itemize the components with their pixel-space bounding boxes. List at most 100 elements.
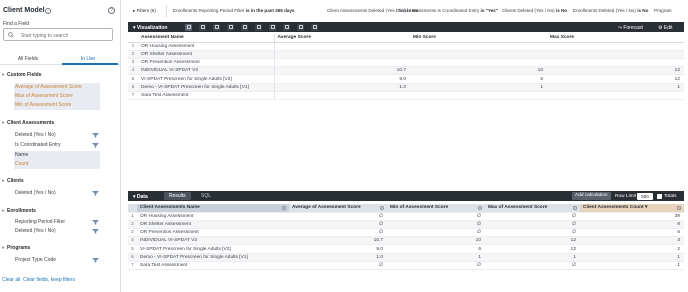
- field-count[interactable]: Count: [14, 160, 100, 169]
- visualization-table: Assessment Name Average Score Min Score …: [128, 34, 684, 101]
- bar-chart-icon[interactable]: [213, 23, 220, 31]
- field-name[interactable]: Name: [14, 151, 100, 160]
- field-is-coordinated-entry[interactable]: Is Coordinated Entry: [14, 141, 100, 150]
- field-enrollments-deleted[interactable]: Deleted (Yes / No): [14, 227, 100, 236]
- filter-icon[interactable]: [92, 220, 99, 225]
- data-toolbar: ▾ Data Results SQL Add calculation Row L…: [128, 191, 684, 201]
- table-row: 1 OR Housing Assessment: [128, 42, 684, 51]
- section-enrollments[interactable]: ▾ Enrollments: [2, 208, 36, 214]
- filters-toggle[interactable]: ▸ Filters (6): [133, 8, 156, 14]
- section-clients[interactable]: ▾ Clients: [2, 178, 24, 184]
- field-min-assessment-score[interactable]: Min of Assessment Score: [14, 101, 100, 110]
- header-max-of-assessment-score[interactable]: Max of Assessment Score: [485, 204, 580, 213]
- gear-icon[interactable]: [281, 205, 286, 211]
- filter-icon[interactable]: [92, 229, 99, 234]
- active-tab-underline: [62, 63, 118, 65]
- header-min-score: Min Score: [410, 34, 547, 43]
- add-calculation-button[interactable]: Add calculation: [572, 192, 611, 200]
- search-placeholder: Start typing to search: [21, 32, 69, 39]
- field-reporting-period-filter[interactable]: Reporting Period Filter: [14, 218, 100, 227]
- help-icon[interactable]: ?: [108, 7, 115, 14]
- table-row: 6 Demo - VI-SPDAT Prescreen for Single Ad…: [128, 253, 684, 262]
- section-programs[interactable]: ▾ Programs: [2, 245, 30, 251]
- tab-in-use[interactable]: In Use: [60, 56, 116, 62]
- table-row: 5 VI-SPDAT Prescreen for Single Adults [V…: [128, 244, 684, 254]
- filter-chip[interactable]: Clients Deleted (Yes / No) is No: [502, 8, 567, 13]
- table-header-row: Client Assessments Name Average of Asses…: [128, 204, 684, 213]
- field-clients-deleted[interactable]: Deleted (Yes / No): [14, 189, 100, 198]
- tab-sql[interactable]: SQL: [196, 192, 216, 200]
- data-toggle[interactable]: ▾ Data: [133, 194, 148, 200]
- edit-button[interactable]: ⚙ Edit: [658, 25, 673, 31]
- divider: [166, 5, 167, 17]
- totals-checkbox[interactable]: [657, 193, 662, 199]
- filter-chip[interactable]: Client Assessments Is Coordinated Entry …: [396, 8, 498, 13]
- table-row: 2 OR Shelter Assessment ∅ ∅ ∅ 8: [128, 220, 684, 230]
- single-value-icon[interactable]: [297, 23, 304, 31]
- field-picker-panel: Client Model i ? Find a Field Start typi…: [0, 0, 121, 292]
- field-max-assessment-score[interactable]: Max of Assessment Score: [14, 92, 100, 101]
- forecast-button[interactable]: ⤳ Forecast: [618, 25, 643, 31]
- table-row: 7 Sara Test Assessment: [128, 91, 684, 101]
- header-client-assessments-count[interactable]: Client Assessments Count ▾: [580, 204, 684, 213]
- data-results-table: Client Assessments Name Average of Asses…: [128, 204, 684, 271]
- header-assessment-name: Assessment Name: [138, 34, 275, 43]
- tab-results[interactable]: Results: [164, 192, 191, 200]
- map-icon[interactable]: [283, 23, 290, 31]
- totals-label: Totals: [664, 193, 677, 199]
- header-average-of-assessment-score[interactable]: Average of Assessment Score: [289, 204, 387, 213]
- gear-icon[interactable]: [572, 205, 577, 211]
- visualization-toolbar: ▾ Visualization ⤳ Forecast ⚙ Edit: [128, 22, 684, 32]
- filter-icon[interactable]: [92, 258, 99, 263]
- header-min-of-assessment-score[interactable]: Min of Assessment Score: [387, 204, 485, 213]
- column-chart-icon[interactable]: [199, 23, 206, 31]
- search-icon: [8, 32, 14, 38]
- model-title: Client Model: [3, 7, 45, 14]
- row-number-header: [128, 34, 138, 43]
- field-tabs: All Fields In Use: [0, 54, 120, 65]
- filters-bar[interactable]: ▸ Filters (6) Enrollments Reporting Peri…: [128, 5, 684, 17]
- tab-all-fields[interactable]: All Fields: [0, 56, 56, 62]
- row-number-header: [128, 204, 137, 213]
- section-client-assessments[interactable]: ▾ Client Assessments: [2, 120, 54, 126]
- table-row: 3 OR Prevention Assessment ∅ ∅ ∅ 6: [128, 228, 684, 238]
- table-viz-icon[interactable]: [185, 23, 192, 31]
- row-limit-input[interactable]: 500: [637, 192, 653, 200]
- filter-chip[interactable]: Program: [654, 8, 672, 13]
- filter-chip[interactable]: Enrollments Reporting Period Filter is i…: [173, 8, 295, 13]
- table-row: 3 OR Prevention Assessment: [128, 58, 684, 68]
- section-custom-fields[interactable]: ▾ Custom Fields: [2, 72, 41, 78]
- filter-icon[interactable]: [92, 191, 99, 196]
- gear-icon[interactable]: [477, 205, 482, 211]
- table-row: 4 INDIVIDUAL VI-SPDAT V3 10.7 10 12: [128, 66, 684, 76]
- sort-desc-icon[interactable]: ▾: [645, 205, 647, 210]
- filter-chip[interactable]: Enrollments Deleted (Yes / No) is No: [573, 8, 648, 13]
- field-deleted[interactable]: Deleted (Yes / No): [14, 131, 100, 140]
- visualization-toggle[interactable]: ▾ Visualization: [133, 25, 167, 31]
- table-row: 2 OR Shelter Assessment: [128, 50, 684, 60]
- gear-icon[interactable]: [379, 205, 384, 211]
- filter-icon[interactable]: [92, 143, 99, 148]
- field-search-input[interactable]: Start typing to search: [3, 28, 113, 41]
- row-limit-label: Row Limit: [615, 193, 637, 199]
- header-client-assessments-name[interactable]: Client Assessments Name: [137, 204, 289, 213]
- line-chart-icon[interactable]: [241, 23, 248, 31]
- field-avg-assessment-score[interactable]: Average of Assessment Score: [14, 83, 100, 92]
- table-row: 7 Sara Test Assessment ∅ ∅ ∅ 1: [128, 261, 684, 271]
- table-row: 6 Demo - VI-SPDAT Prescreen for Single Ad…: [128, 83, 684, 92]
- more-viz-icon[interactable]: [311, 23, 318, 31]
- panel-header: Client Model i ?: [3, 7, 115, 17]
- header-average-score: Average Score: [274, 34, 410, 43]
- gear-icon[interactable]: [676, 205, 681, 211]
- filter-icon[interactable]: [92, 133, 99, 138]
- clear-all-link[interactable]: Clear all: [2, 277, 20, 283]
- table-header-row: Assessment Name Average Score Min Score …: [128, 34, 684, 43]
- pie-chart-icon[interactable]: [269, 23, 276, 31]
- table-row: 1 OR Housing Assessment ∅ ∅ ∅ 39: [128, 212, 684, 221]
- info-icon[interactable]: i: [45, 8, 51, 14]
- area-chart-icon[interactable]: [255, 23, 262, 31]
- clear-fields-keep-filters-link[interactable]: Clear fields, keep filters: [23, 277, 75, 283]
- scatter-chart-icon[interactable]: [227, 23, 234, 31]
- field-project-type-code[interactable]: Project Type Code: [14, 256, 100, 265]
- table-row: 4 INDIVIDUAL VI-SPDAT V3 10.7 10 12 3: [128, 236, 684, 246]
